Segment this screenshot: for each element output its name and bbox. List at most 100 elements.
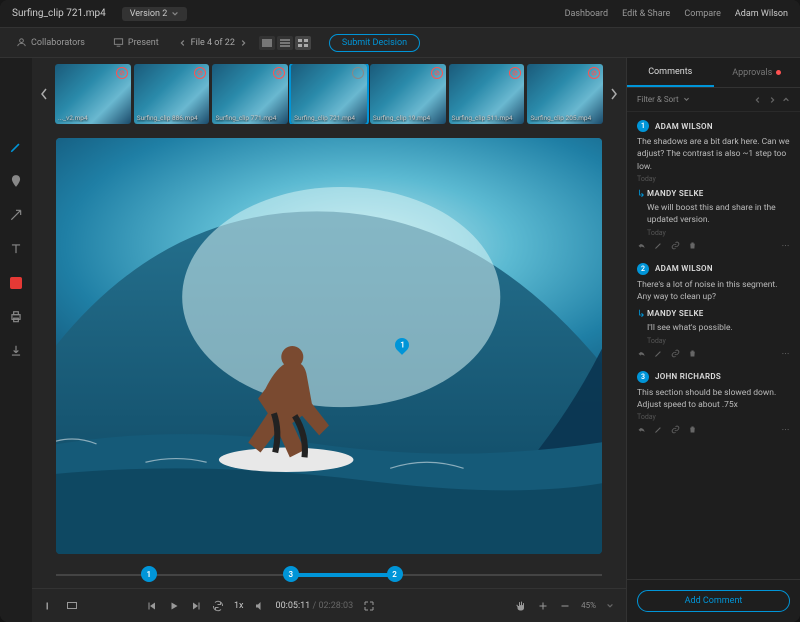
collaborators-button[interactable]: Collaborators (8, 34, 93, 51)
chevron-down-icon[interactable] (606, 602, 614, 610)
edit-action-icon[interactable] (654, 241, 663, 253)
pending-icon (352, 67, 364, 79)
reply-arrow-icon: ↳ (637, 309, 645, 320)
view-grid[interactable] (295, 36, 311, 50)
reply-time: Today (647, 337, 790, 345)
present-button[interactable]: Present (105, 34, 167, 51)
comment-thread: 2ADAM WILSONThere's a lot of noise in th… (637, 263, 790, 361)
download-tool[interactable] (7, 342, 25, 360)
collapse-icon[interactable] (782, 96, 790, 104)
thumbnail[interactable]: Surfing_clip 205.mp4 (527, 64, 603, 124)
delete-action-icon[interactable] (688, 349, 697, 361)
nav-dashboard[interactable]: Dashboard (565, 9, 609, 19)
add-comment-button[interactable]: Add Comment (637, 590, 790, 612)
reply-action-icon[interactable] (637, 349, 646, 361)
view-mode-buttons (259, 36, 311, 50)
volume-icon[interactable] (254, 600, 266, 612)
present-icon (113, 37, 124, 48)
comment-time: Today (637, 413, 790, 421)
delete-action-icon[interactable] (688, 241, 697, 253)
edit-action-icon[interactable] (654, 425, 663, 437)
comment-body: This section should be slowed down. Adju… (637, 387, 790, 412)
loop-start-icon[interactable] (44, 600, 56, 612)
nav-compare[interactable]: Compare (684, 9, 721, 19)
prev-comment-icon[interactable] (754, 96, 762, 104)
more-action-icon[interactable] (781, 425, 790, 437)
thumbnail[interactable]: Surfing_clip 771.mp4 (212, 64, 288, 124)
speed-label[interactable]: 1x (234, 601, 244, 611)
comment-thread: 3JOHN RICHARDSThis section should be slo… (637, 371, 790, 438)
delete-action-icon[interactable] (688, 425, 697, 437)
comment-actions (637, 349, 790, 361)
reply-action-icon[interactable] (637, 425, 646, 437)
user-menu[interactable]: Adam Wilson (735, 9, 788, 19)
user-icon (16, 37, 27, 48)
chevron-down-icon (683, 96, 690, 103)
rejected-icon (588, 67, 600, 79)
text-tool[interactable] (7, 240, 25, 258)
thumbnail[interactable]: Surfing_clip 886.mp4 (134, 64, 210, 124)
thumbnail[interactable]: Surfing_clip 721.mp4 (291, 64, 367, 124)
version-selector[interactable]: Version 2 (122, 7, 188, 21)
timeline-marker[interactable]: 1 (141, 566, 157, 582)
pen-tool[interactable] (7, 138, 25, 156)
tab-approvals[interactable]: Approvals (714, 58, 800, 87)
reply-body: We will boost this and share in the upda… (647, 202, 790, 227)
link-action-icon[interactable] (671, 349, 680, 361)
filmstrip-prev[interactable] (36, 87, 52, 101)
pin-tool[interactable] (7, 172, 25, 190)
play-icon[interactable] (168, 600, 180, 612)
timeline-marker[interactable]: 3 (283, 566, 299, 582)
reply-arrow-icon: ↳ (637, 189, 645, 200)
step-back-icon[interactable] (146, 600, 158, 612)
filmstrip-next[interactable] (606, 87, 622, 101)
reply-action-icon[interactable] (637, 241, 646, 253)
edit-action-icon[interactable] (654, 349, 663, 361)
secondary-bar: Collaborators Present File 4 of 22 Submi… (0, 28, 800, 58)
more-action-icon[interactable] (781, 349, 790, 361)
rejected-icon (273, 67, 285, 79)
view-list[interactable] (277, 36, 293, 50)
comment-author: JOHN RICHARDS (655, 372, 721, 381)
step-forward-icon[interactable] (190, 600, 202, 612)
viewer: 1 (32, 130, 626, 562)
link-action-icon[interactable] (671, 241, 680, 253)
timeline[interactable]: 1 3 2 (32, 562, 626, 588)
thumbnail[interactable]: Surfing_clip 19.mp4 (370, 64, 446, 124)
link-action-icon[interactable] (671, 425, 680, 437)
next-comment-icon[interactable] (768, 96, 776, 104)
more-action-icon[interactable] (781, 241, 790, 253)
video-frame[interactable]: 1 (56, 138, 602, 554)
prev-file-icon[interactable] (179, 39, 187, 47)
rejected-icon (431, 67, 443, 79)
color-swatch[interactable] (7, 274, 25, 292)
submit-decision-button[interactable]: Submit Decision (329, 34, 420, 52)
nav-edit-share[interactable]: Edit & Share (622, 9, 670, 19)
screen-icon[interactable] (66, 600, 78, 612)
thumb-label: Surfing_clip 886.mp4 (137, 114, 207, 122)
filename: Surfing_clip 721.mp4 (12, 8, 106, 19)
print-tool[interactable] (7, 308, 25, 326)
zoom-out-icon[interactable] (559, 600, 571, 612)
arrow-tool[interactable] (7, 206, 25, 224)
comment-actions (637, 425, 790, 437)
comment-author: ADAM WILSON (655, 264, 713, 273)
thumbnail[interactable]: ..._v2.mp4 (55, 64, 131, 124)
annotation-marker-1[interactable]: 1 (395, 338, 411, 358)
loop-icon[interactable] (212, 600, 224, 612)
comment-thread: 1ADAM WILSONThe shadows are a bit dark h… (637, 120, 790, 253)
view-single[interactable] (259, 36, 275, 50)
next-file-icon[interactable] (239, 39, 247, 47)
thumb-label: Surfing_clip 511.mp4 (452, 114, 522, 122)
filmstrip: ..._v2.mp4 Surfing_clip 886.mp4 Surfing_cl… (32, 58, 626, 130)
tab-comments[interactable]: Comments (627, 58, 714, 87)
hand-icon[interactable] (515, 600, 527, 612)
zoom-in-icon[interactable] (537, 600, 549, 612)
comments-panel: Comments Approvals Filter & Sort 1ADAM W… (626, 58, 800, 622)
timeline-marker[interactable]: 2 (387, 566, 403, 582)
fullscreen-icon[interactable] (363, 600, 375, 612)
comment-reply: ↳MANDY SELKEWe will boost this and share… (647, 189, 790, 237)
filter-sort[interactable]: Filter & Sort (627, 88, 800, 112)
thumbnail[interactable]: Surfing_clip 511.mp4 (449, 64, 525, 124)
file-position: File 4 of 22 (179, 38, 247, 48)
